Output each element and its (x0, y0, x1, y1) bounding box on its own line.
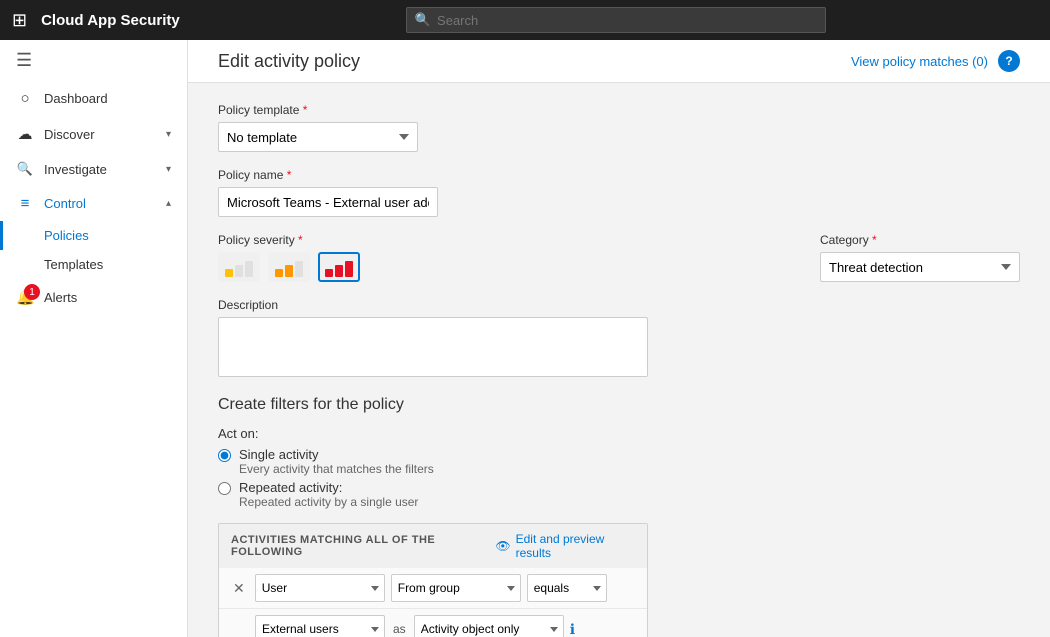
sidebar-item-label: Dashboard (44, 91, 171, 106)
matching-header-label: ACTIVITIES MATCHING ALL OF THE FOLLOWING (231, 534, 495, 558)
filter-row-2: External users as Activity object only ℹ (219, 609, 647, 637)
description-label: Description (218, 298, 1020, 312)
matching-rows: ✕ User From group equals (219, 568, 647, 637)
severity-category-row: Policy severity * (218, 233, 1020, 298)
sidebar-item-alerts[interactable]: 🔔 1 Alerts (0, 279, 187, 315)
repeated-activity-radio[interactable] (218, 482, 231, 495)
sidebar-item-templates[interactable]: Templates (0, 250, 187, 279)
radio-repeated-activity: Repeated activity: Repeated activity by … (218, 480, 1020, 509)
topbar: ⊞ Cloud App Security 🔍 (0, 0, 1050, 40)
filter-field-1-select[interactable]: User (255, 574, 385, 602)
single-activity-label: Single activity (239, 447, 434, 462)
templates-label: Templates (44, 257, 103, 272)
filter-val-2-select[interactable]: Activity object only (414, 615, 564, 637)
sidebar-item-dashboard[interactable]: ○ Dashboard (0, 81, 187, 116)
policy-template-group: Policy template * No template (218, 103, 1020, 152)
control-icon: ≡ (16, 195, 34, 212)
act-on-label: Act on: (218, 426, 1020, 441)
sidebar-item-control[interactable]: ≡ Control ▴ (0, 186, 187, 221)
policy-name-group: Policy name * (218, 168, 1020, 217)
page-title: Edit activity policy (218, 51, 360, 72)
alerts-badge: 1 (24, 284, 40, 300)
policy-severity-group: Policy severity * (218, 233, 800, 282)
filter-op-1-select[interactable]: From group (391, 574, 521, 602)
radio-group: Single activity Every activity that matc… (218, 447, 1020, 509)
single-activity-radio[interactable] (218, 449, 231, 462)
repeated-activity-label: Repeated activity: (239, 480, 418, 495)
matching-box-header: ACTIVITIES MATCHING ALL OF THE FOLLOWING… (219, 524, 647, 568)
chevron-down-icon: ▾ (166, 129, 171, 140)
as-label: as (391, 622, 408, 636)
filter-field-2-select[interactable]: External users (255, 615, 385, 637)
view-policy-link[interactable]: View policy matches (0) (851, 54, 988, 69)
search-icon: 🔍 (415, 12, 431, 28)
description-textarea[interactable] (218, 317, 648, 377)
search-input[interactable] (437, 13, 817, 28)
filter-row-1: ✕ User From group equals (219, 568, 647, 609)
header-actions: View policy matches (0) ? (851, 50, 1020, 72)
act-on: Act on: Single activity Every activity t… (218, 426, 1020, 509)
chevron-down-icon: ▾ (166, 164, 171, 175)
policy-name-label: Policy name * (218, 168, 1020, 182)
sidebar-item-investigate[interactable]: 🔍 Investigate ▾ (0, 152, 187, 186)
single-activity-desc: Every activity that matches the filters (239, 462, 434, 476)
severity-medium-button[interactable] (268, 252, 310, 282)
category-label: Category * (820, 233, 1020, 247)
sidebar-item-label: Alerts (44, 290, 171, 305)
category-select[interactable]: Threat detection (820, 252, 1020, 282)
edit-preview-button[interactable]: 👁 Edit and preview results (495, 532, 635, 560)
filters-section: Create filters for the policy Act on: Si… (218, 396, 1020, 637)
sidebar-item-label: Discover (44, 127, 156, 142)
policy-name-input[interactable] (218, 187, 438, 217)
filter-val-1-select[interactable]: equals (527, 574, 607, 602)
sidebar-item-policies[interactable]: Policies (0, 221, 187, 250)
main-header: Edit activity policy View policy matches… (188, 40, 1050, 83)
sidebar-item-label: Investigate (44, 162, 156, 177)
discover-icon: ☁ (16, 125, 34, 143)
policy-template-select[interactable]: No template (218, 122, 418, 152)
dashboard-icon: ○ (16, 90, 34, 107)
help-button[interactable]: ? (998, 50, 1020, 72)
grid-icon[interactable]: ⊞ (12, 10, 27, 31)
chevron-up-icon: ▴ (166, 198, 171, 209)
remove-filter-1-button[interactable]: ✕ (229, 578, 249, 599)
repeated-activity-desc: Repeated activity by a single user (239, 495, 418, 509)
main-content: Edit activity policy View policy matches… (188, 40, 1050, 637)
policy-severity-label: Policy severity * (218, 233, 800, 247)
app-title: Cloud App Security (41, 12, 180, 29)
severity-buttons (218, 252, 800, 282)
description-group: Description (218, 298, 1020, 380)
matching-box: ACTIVITIES MATCHING ALL OF THE FOLLOWING… (218, 523, 648, 637)
sidebar-item-discover[interactable]: ☁ Discover ▾ (0, 116, 187, 152)
severity-high-button[interactable] (318, 252, 360, 282)
sidebar-item-label: Control (44, 196, 156, 211)
form-area: Policy template * No template Policy nam… (188, 83, 1050, 637)
hamburger-icon[interactable]: ☰ (0, 40, 187, 81)
sidebar-submenu-control: Policies Templates (0, 221, 187, 279)
search-bar[interactable]: 🔍 (406, 7, 826, 33)
category-group: Category * Threat detection (820, 233, 1020, 282)
severity-low-button[interactable] (218, 252, 260, 282)
radio-single-activity: Single activity Every activity that matc… (218, 447, 1020, 476)
alerts-icon: 🔔 1 (16, 288, 34, 306)
filters-title: Create filters for the policy (218, 396, 1020, 414)
layout: ☰ ○ Dashboard ☁ Discover ▾ 🔍 Investigate… (0, 40, 1050, 637)
eye-icon: 👁 (495, 539, 510, 553)
sidebar: ☰ ○ Dashboard ☁ Discover ▾ 🔍 Investigate… (0, 40, 188, 637)
policy-template-label: Policy template * (218, 103, 1020, 117)
investigate-icon: 🔍 (16, 161, 34, 177)
policies-label: Policies (44, 228, 89, 243)
info-icon[interactable]: ℹ (570, 621, 575, 637)
